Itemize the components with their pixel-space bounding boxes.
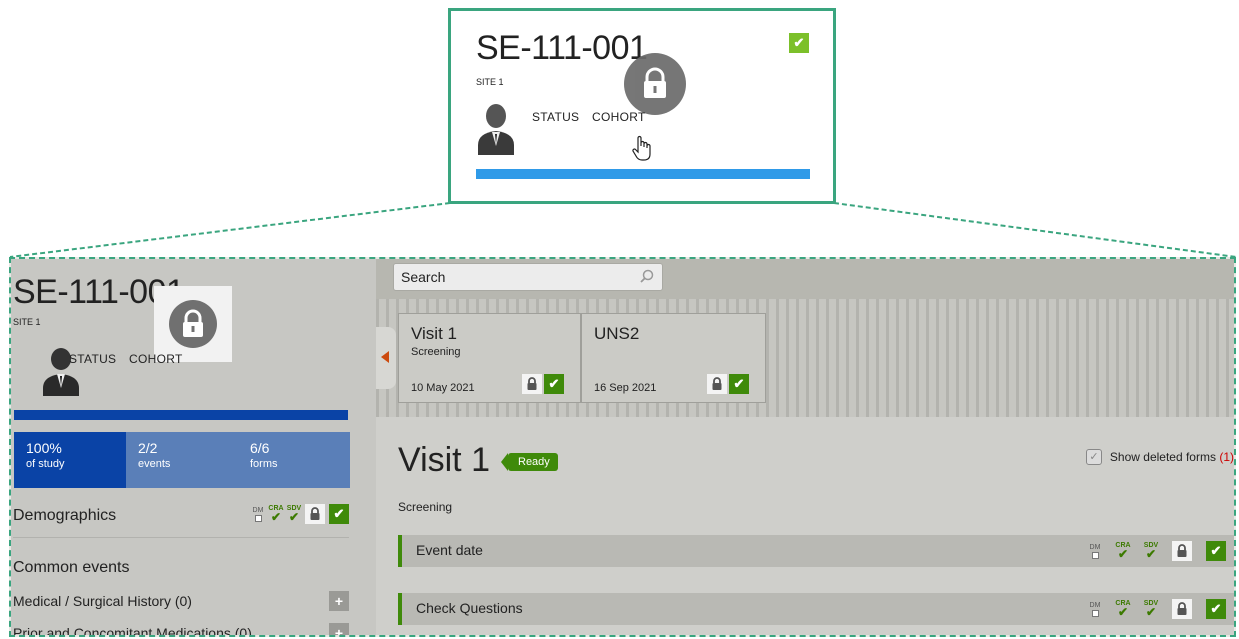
common-event-item[interactable]: Prior and Concomitant Medications (0) +	[13, 623, 349, 637]
search-icon[interactable]	[640, 269, 654, 283]
lock-icon[interactable]	[154, 286, 232, 362]
demographics-row[interactable]: Demographics DM CRA ✔ SDV ✔ ✔	[13, 504, 349, 538]
collapse-panel-tab[interactable]	[376, 327, 396, 389]
visit-title: Visit 1	[411, 324, 457, 343]
plus-icon[interactable]: +	[329, 591, 349, 611]
cohort-label: COHORT	[592, 110, 646, 124]
form-status-icons: DM CRA ✔ SDV ✔ ✔	[1088, 599, 1226, 619]
sdv-badge: SDV ✔	[1143, 600, 1159, 619]
check-icon: ✔	[729, 374, 749, 394]
stat-value: 6/6	[250, 440, 270, 456]
chevron-left-icon	[381, 351, 389, 363]
visit-status-icons: ✔	[522, 374, 564, 394]
check-icon: ✔	[329, 504, 349, 524]
checkbox[interactable]: ✓	[1085, 449, 1102, 465]
show-deleted-label: Show deleted forms	[1109, 450, 1216, 464]
lock-icon[interactable]	[1172, 599, 1192, 619]
stat-label: of study	[26, 458, 65, 470]
visit-heading: Visit 1	[398, 441, 490, 479]
lock-icon[interactable]	[522, 374, 542, 394]
common-event-item[interactable]: Medical / Surgical History (0) +	[13, 591, 349, 611]
search-bar: Search	[376, 259, 1234, 299]
lock-icon[interactable]	[707, 374, 727, 394]
visit-date: 10 May 2021	[411, 382, 475, 394]
common-events-heading: Common events	[13, 559, 130, 576]
visit-timeline: Visit 1 Screening 10 May 2021 ✔ UNS2 16 …	[376, 299, 1234, 419]
visit-date: 16 Sep 2021	[594, 382, 657, 394]
visit-subtitle: Screening	[411, 346, 461, 358]
cra-badge: CRA ✔	[1115, 542, 1131, 561]
site-label: SITE 1	[13, 317, 41, 327]
subject-stats: 100% of study 2/2 events 6/6 forms	[14, 432, 350, 488]
cra-badge: CRA ✔	[268, 505, 284, 524]
deleted-count: (1)	[1219, 450, 1234, 464]
stat-label: events	[138, 458, 171, 470]
dm-badge: DM	[251, 507, 265, 522]
status-label: STATUS	[532, 110, 580, 124]
visit-subtitle: Screening	[398, 500, 453, 514]
sdv-badge: SDV ✔	[1143, 542, 1159, 561]
check-icon: ✔	[1206, 599, 1226, 619]
visit-panel: Search Visit 1 Screening 10 May 2021 ✔ U…	[376, 259, 1234, 635]
demographics-label: Demographics	[13, 507, 117, 524]
lock-icon[interactable]	[1172, 541, 1192, 561]
check-icon: ✔	[544, 374, 564, 394]
check-icon: ✔	[789, 33, 809, 53]
progress-bar	[14, 410, 348, 420]
stat-forms[interactable]: 6/6 forms	[238, 432, 350, 488]
progress-bar	[476, 169, 810, 179]
search-input[interactable]: Search	[393, 263, 663, 291]
user-avatar-icon	[478, 104, 514, 155]
form-row[interactable]: Check Questions DM CRA ✔ SDV ✔ ✔	[398, 593, 1234, 625]
stat-events[interactable]: 2/2 events	[126, 432, 238, 488]
cra-badge: CRA ✔	[1115, 600, 1131, 619]
stat-value: 2/2	[138, 440, 158, 456]
demographics-badges: DM CRA ✔ SDV ✔ ✔	[251, 504, 349, 524]
plus-icon[interactable]: +	[329, 623, 349, 635]
status-badge: Ready	[501, 453, 558, 471]
check-icon: ✔	[1206, 541, 1226, 561]
cohort-label: COHORT	[129, 352, 183, 366]
visit-detail: Visit 1 Ready Screening ✓ Show deleted f…	[376, 417, 1234, 635]
search-placeholder: Search	[401, 269, 446, 285]
stat-study[interactable]: 100% of study	[14, 432, 126, 488]
subject-panel: SE-111-001 SITE 1 STATUS COHORT 100% of …	[11, 259, 376, 637]
visit-status-icons: ✔	[707, 374, 749, 394]
lock-icon[interactable]	[305, 504, 325, 524]
form-name: Check Questions	[416, 600, 523, 616]
status-label: STATUS	[69, 352, 117, 366]
form-status-icons: DM CRA ✔ SDV ✔ ✔	[1088, 541, 1226, 561]
visit-title: UNS2	[594, 324, 640, 343]
zoomed-subject-card[interactable]: SE-111-001 SITE 1 ✔ STATUS COHORT	[448, 8, 836, 204]
visit-card[interactable]: UNS2 16 Sep 2021 ✔	[581, 313, 766, 403]
form-row[interactable]: Event date DM CRA ✔ SDV ✔ ✔	[398, 535, 1234, 567]
site-label: SITE 1	[476, 77, 504, 87]
lock-icon[interactable]	[624, 53, 686, 115]
hand-cursor-icon	[632, 135, 651, 161]
stat-label: forms	[250, 458, 278, 470]
app-screenshot-frame: SE-111-001 SITE 1 STATUS COHORT 100% of …	[9, 257, 1236, 637]
visit-card[interactable]: Visit 1 Screening 10 May 2021 ✔	[398, 313, 581, 403]
form-name: Event date	[416, 542, 483, 558]
sdv-badge: SDV ✔	[286, 505, 302, 524]
subject-id: SE-111-001	[476, 29, 648, 67]
common-event-label: Medical / Surgical History (0)	[13, 593, 192, 609]
dm-badge: DM	[1088, 544, 1102, 559]
screen-root: SE-111-001 SITE 1 ✔ STATUS COHORT SE-111…	[0, 0, 1239, 639]
show-deleted-forms-toggle[interactable]: ✓ Show deleted forms (1)	[1085, 449, 1234, 465]
stat-value: 100%	[26, 440, 62, 456]
common-event-label: Prior and Concomitant Medications (0)	[13, 625, 252, 637]
dm-badge: DM	[1088, 602, 1102, 617]
